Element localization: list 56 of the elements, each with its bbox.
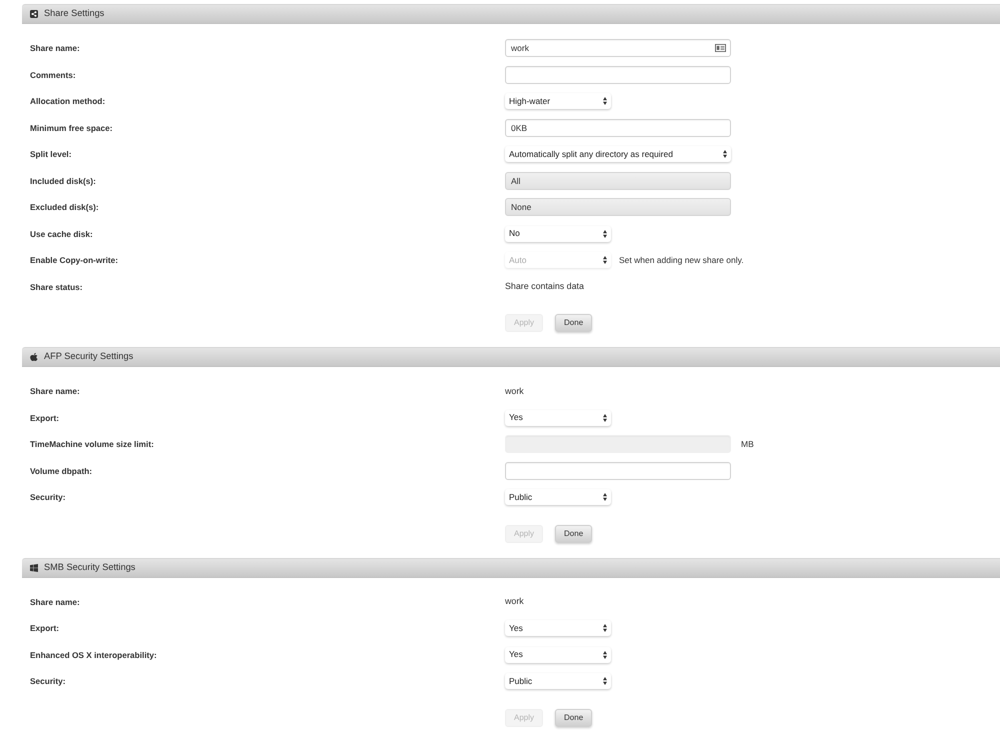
dropdown[interactable]: Yes <box>505 620 611 636</box>
share-icon <box>30 10 38 18</box>
windows-icon <box>30 564 38 572</box>
field-label: Share name: <box>30 385 81 398</box>
updown-caret-icon <box>603 624 607 632</box>
field-value: Share contains data <box>505 280 584 294</box>
field-label: Volume dbpath: <box>30 464 94 477</box>
updown-caret-icon <box>603 650 607 659</box>
unit-label: MB <box>741 438 754 451</box>
field-label: Use cache disk: <box>30 228 94 240</box>
updown-caret-icon <box>603 677 607 686</box>
form-button[interactable]: Done <box>555 708 592 726</box>
field-label: Included disk(s): <box>30 174 97 187</box>
updown-caret-icon <box>723 150 727 158</box>
field-label: Security: <box>30 491 67 504</box>
field-label: Comments: <box>30 68 77 81</box>
field-label: Share status: <box>30 280 84 293</box>
field-value: work <box>505 595 524 608</box>
field-label: Enhanced OS X interoperability: <box>30 648 158 661</box>
picker-field[interactable]: None <box>505 198 731 216</box>
field-label: Export: <box>30 622 60 634</box>
section-title: Share Settings <box>44 9 104 19</box>
field-label: Export: <box>30 412 60 424</box>
form-button[interactable]: Done <box>555 524 592 542</box>
form-button[interactable]: Done <box>555 314 592 332</box>
text-field[interactable]: work <box>505 39 731 58</box>
field-value: work <box>505 384 524 398</box>
field-label: Minimum free space: <box>30 122 114 134</box>
field-label: Allocation method: <box>30 95 106 108</box>
dropdown[interactable]: High-water <box>505 93 611 110</box>
apple-icon <box>30 353 38 361</box>
text-field[interactable]: 0KB <box>505 118 731 137</box>
updown-caret-icon <box>603 256 607 264</box>
dropdown[interactable]: No <box>505 226 611 242</box>
field-label: Split level: <box>30 148 72 160</box>
dropdown[interactable]: Automatically split any directory as required <box>505 146 731 162</box>
updown-caret-icon <box>603 97 607 106</box>
picker-field[interactable]: All <box>505 172 731 190</box>
section-title: SMB Security Settings <box>44 562 136 572</box>
section-title: AFP Security Settings <box>44 352 134 362</box>
field-label: Enable Copy-on-write: <box>30 254 120 266</box>
field-label: Security: <box>30 675 67 688</box>
field-label: Excluded disk(s): <box>30 201 100 214</box>
hint-text: Set when adding new share only. <box>619 254 744 267</box>
field-label: TimeMachine volume size limit: <box>30 438 155 450</box>
updown-caret-icon <box>603 230 607 238</box>
dropdown[interactable]: Public <box>505 489 611 506</box>
text-field[interactable] <box>505 462 731 480</box>
text-field[interactable] <box>505 66 731 84</box>
dropdown[interactable]: Yes <box>505 646 611 663</box>
updown-caret-icon <box>603 414 607 422</box>
field-label: Share name: <box>30 42 81 54</box>
field-label: Share name: <box>30 596 81 608</box>
updown-caret-icon <box>603 493 607 502</box>
dropdown[interactable]: Yes <box>505 410 611 426</box>
dropdown[interactable]: Public <box>505 673 611 690</box>
